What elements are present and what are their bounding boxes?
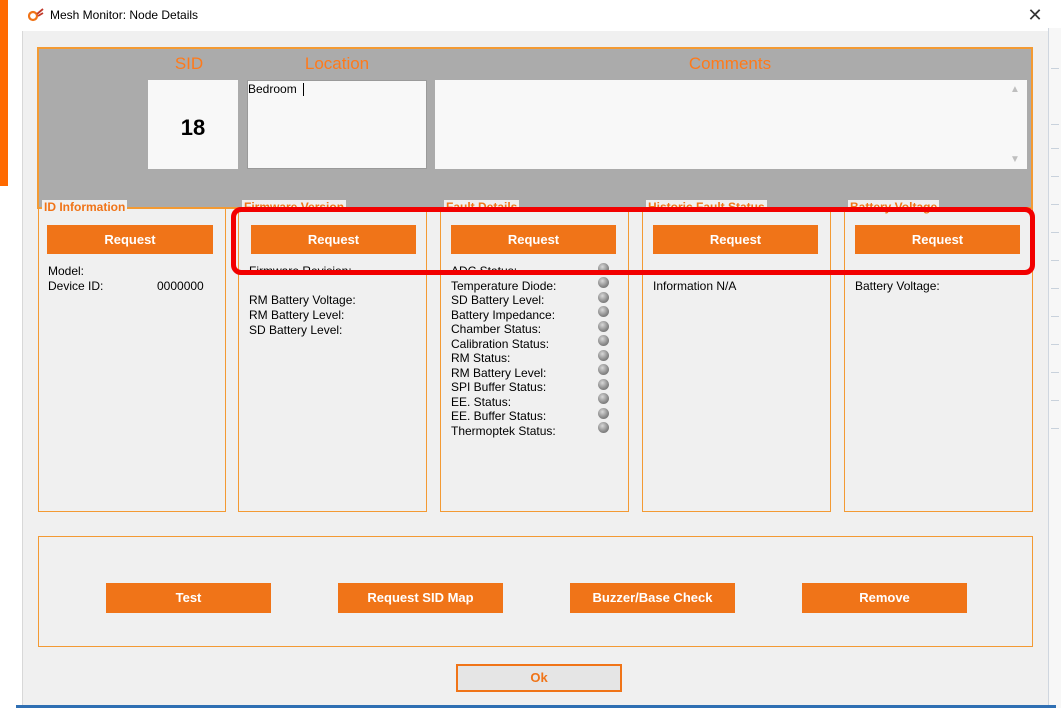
- app-icon: [28, 8, 44, 22]
- information-na-text: Information N/A: [653, 279, 737, 293]
- ok-button[interactable]: Ok: [456, 664, 622, 692]
- request-id-button[interactable]: Request: [47, 225, 213, 254]
- status-led-icon: [598, 277, 609, 288]
- status-label: EE. Buffer Status:: [451, 409, 547, 423]
- status-label: EE. Status:: [451, 395, 512, 409]
- test-button[interactable]: Test: [106, 583, 271, 613]
- comments-label: Comments: [688, 54, 772, 73]
- status-label: SPI Buffer Status:: [451, 380, 547, 394]
- node-header-panel: SID Location Comments 18 Bedroom ▲ ▼: [37, 47, 1033, 209]
- battery-voltage-label: Battery Voltage:: [855, 279, 940, 293]
- scroll-up-icon[interactable]: ▲: [1010, 84, 1020, 95]
- remove-button[interactable]: Remove: [802, 583, 967, 613]
- status-label: RM Battery Level:: [451, 366, 547, 380]
- background-window-edge: [1048, 28, 1061, 708]
- status-label: Battery Impedance:: [451, 308, 556, 322]
- window-title: Mesh Monitor: Node Details: [50, 8, 199, 22]
- status-led-icon: [598, 364, 609, 375]
- client-area: SID Location Comments 18 Bedroom ▲ ▼ ID …: [22, 31, 1048, 708]
- status-label: RM Status:: [451, 351, 511, 365]
- status-led-icon: [598, 292, 609, 303]
- group-title: ID Information: [42, 200, 128, 214]
- scroll-down-icon[interactable]: ▼: [1010, 154, 1020, 165]
- group-id-information: ID Information Request Model: Device ID:…: [38, 200, 226, 512]
- title-bar[interactable]: Mesh Monitor: Node Details ✕: [8, 0, 1048, 30]
- status-led-icon: [598, 393, 609, 404]
- status-led-icon: [598, 379, 609, 390]
- location-label: Location: [304, 54, 370, 73]
- sid-box: 18: [148, 80, 238, 169]
- status-led-icon: [598, 350, 609, 361]
- comments-textarea[interactable]: ▲ ▼: [435, 80, 1027, 169]
- status-label: Calibration Status:: [451, 337, 550, 351]
- status-label: Thermoptek Status:: [451, 424, 556, 438]
- rm-battery-voltage-label: RM Battery Voltage:: [249, 293, 356, 307]
- close-icon[interactable]: ✕: [1023, 4, 1047, 26]
- sid-value: 18: [180, 115, 206, 140]
- status-led-icon: [598, 306, 609, 317]
- status-label: Chamber Status:: [451, 322, 542, 336]
- sid-label: SID: [174, 54, 204, 73]
- status-led-icon: [598, 335, 609, 346]
- status-led-icon: [598, 321, 609, 332]
- location-input[interactable]: Bedroom: [247, 80, 427, 169]
- request-sid-map-button[interactable]: Request SID Map: [338, 583, 503, 613]
- sd-battery-level-label: SD Battery Level:: [249, 323, 343, 337]
- model-label: Model:: [48, 264, 85, 278]
- location-text: Bedroom: [248, 82, 297, 96]
- status-led-icon: [598, 422, 609, 433]
- actions-panel: Test Request SID Map Buzzer/Base Check R…: [38, 536, 1033, 647]
- buzzer-base-check-button[interactable]: Buzzer/Base Check: [570, 583, 735, 613]
- device-id-label: Device ID:: [48, 279, 104, 293]
- annotation-highlight: [231, 207, 1035, 275]
- text-caret: [303, 83, 304, 96]
- status-label: SD Battery Level:: [451, 293, 545, 307]
- rm-battery-level-label: RM Battery Level:: [249, 308, 345, 322]
- device-id-value: 0000000: [157, 279, 204, 293]
- node-details-window: Mesh Monitor: Node Details ✕ SID Locatio…: [8, 0, 1056, 708]
- status-label: Temperature Diode:: [451, 279, 557, 293]
- status-led-icon: [598, 408, 609, 419]
